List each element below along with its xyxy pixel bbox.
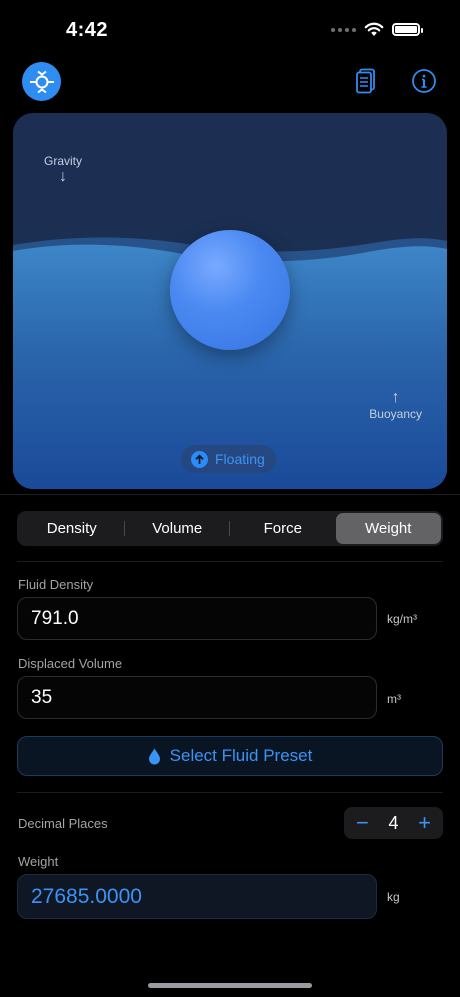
battery-icon: [392, 23, 423, 36]
divider: [17, 792, 443, 793]
increment-button[interactable]: +: [418, 812, 431, 834]
decimal-places-label: Decimal Places: [18, 816, 108, 831]
nav-bar: [0, 60, 460, 104]
arrow-up-circle-icon: [191, 450, 208, 468]
status-icons: [331, 22, 423, 37]
gravity-arrow-icon: ↓: [59, 168, 67, 185]
info-icon[interactable]: [409, 66, 439, 96]
buoyancy-simulation: Gravity ↓ ↑ Buoyancy Floating: [13, 113, 447, 489]
floating-object: [170, 230, 290, 350]
tab-force[interactable]: Force: [230, 513, 336, 544]
decimal-places-stepper: − 4 +: [344, 807, 443, 839]
wifi-icon: [364, 22, 384, 36]
weight-label: Weight: [18, 854, 59, 869]
app-logo-icon[interactable]: [22, 62, 61, 101]
fluid-density-label: Fluid Density: [18, 577, 94, 592]
status-bar: 4:42: [0, 0, 460, 60]
decrement-button[interactable]: −: [356, 812, 369, 834]
divider: [0, 494, 460, 495]
fluid-density-unit: kg/m³: [387, 612, 417, 626]
document-icon[interactable]: [351, 66, 381, 96]
tab-volume[interactable]: Volume: [125, 513, 231, 544]
tab-weight[interactable]: Weight: [335, 513, 441, 544]
gravity-label: Gravity: [44, 154, 83, 168]
buoyancy-arrow-icon: ↑: [391, 389, 400, 406]
gravity-indicator: Gravity ↓: [44, 154, 82, 186]
decimal-places-value: 4: [388, 812, 399, 833]
tab-density[interactable]: Density: [19, 513, 125, 544]
status-badge-label: Floating: [215, 451, 265, 467]
divider: [17, 561, 443, 562]
status-badge: Floating: [181, 445, 276, 473]
select-fluid-preset-button[interactable]: Select Fluid Preset: [17, 736, 443, 776]
buoyancy-label: Buoyancy: [369, 407, 422, 421]
displaced-volume-field[interactable]: 35: [17, 676, 377, 719]
displaced-volume-label: Displaced Volume: [18, 656, 123, 671]
cellular-signal-icon: [331, 27, 356, 32]
mode-segmented-control: Density Volume Force Weight: [17, 511, 443, 546]
home-indicator: [148, 983, 312, 988]
displaced-volume-unit: m³: [387, 692, 401, 706]
status-time: 4:42: [66, 19, 109, 41]
fluid-density-field[interactable]: 791.0: [17, 597, 377, 640]
water-drop-icon: [148, 748, 160, 764]
buoyancy-indicator: ↑ Buoyancy: [369, 389, 422, 421]
weight-result-field: 27685.0000: [17, 874, 377, 919]
select-fluid-preset-label: Select Fluid Preset: [169, 746, 313, 765]
weight-unit: kg: [387, 890, 400, 904]
